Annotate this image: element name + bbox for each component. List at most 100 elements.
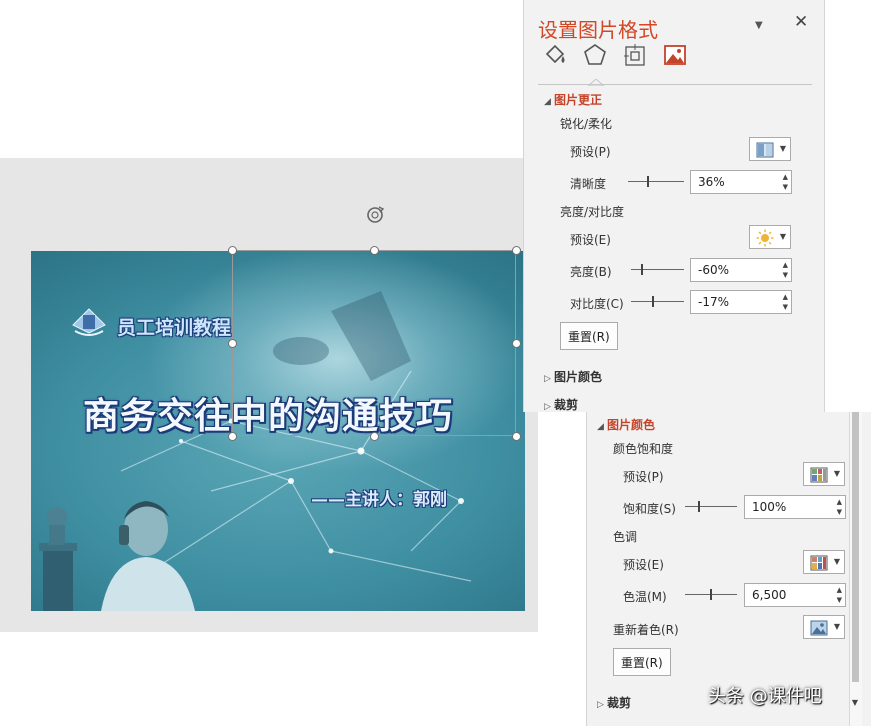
chevron-down-icon: ▼ xyxy=(833,557,840,566)
pane-scrollbar[interactable] xyxy=(849,412,862,726)
slide-presenter: ——主讲人：郭刚 xyxy=(311,490,447,510)
section-crop-collapsed-lower-label: 裁剪 xyxy=(607,696,632,710)
resize-handle-top-left[interactable] xyxy=(228,246,237,255)
pane-options-chevron-icon[interactable]: ▼ xyxy=(755,20,763,31)
collapse-triangle-icon: ◢ xyxy=(597,422,604,432)
temperature-spinner[interactable]: 6,500 ▲ ▼ xyxy=(744,583,846,607)
spin-down-icon[interactable]: ▼ xyxy=(837,596,842,604)
sharpen-preset-dropdown[interactable]: ▼ xyxy=(749,137,791,161)
saturation-slider[interactable] xyxy=(685,497,737,517)
temperature-slider-thumb[interactable] xyxy=(710,589,712,600)
spin-down-icon[interactable]: ▼ xyxy=(837,508,842,516)
temperature-value: 6,500 xyxy=(752,588,787,602)
section-crop-collapsed[interactable]: ▷ 裁剪 xyxy=(544,396,578,413)
section-picture-color-label: 图片颜色 xyxy=(607,418,656,432)
saturation-preset-label: 预设(P) xyxy=(623,470,664,484)
brightness-value: -60% xyxy=(698,263,730,277)
rotate-handle-icon[interactable] xyxy=(364,204,386,226)
spin-down-icon[interactable]: ▼ xyxy=(783,271,788,279)
sharpness-slider-thumb[interactable] xyxy=(647,176,650,187)
spin-up-icon[interactable]: ▲ xyxy=(837,498,842,506)
contrast-label: 对比度(C) xyxy=(570,297,624,311)
pane-scrollbar-thumb[interactable] xyxy=(852,412,859,682)
tone-group-label: 色调 xyxy=(613,530,638,544)
saturation-value: 100% xyxy=(752,500,787,514)
resize-handle-bottom-left[interactable] xyxy=(228,432,237,441)
saturation-spinner[interactable]: 100% ▲ ▼ xyxy=(744,495,846,519)
picture-tab-icon[interactable] xyxy=(662,42,688,68)
sharpen-preset-icon xyxy=(756,142,774,158)
section-picture-color[interactable]: ◢ 图片颜色 xyxy=(597,416,655,433)
brand-logo-icon xyxy=(72,308,106,336)
saturation-label: 饱和度(S) xyxy=(623,502,676,516)
chevron-down-icon: ▼ xyxy=(779,144,786,153)
saturation-preset-icon xyxy=(810,467,828,483)
resize-handle-right[interactable] xyxy=(512,339,521,348)
section-picture-correction[interactable]: ◢ 图片更正 xyxy=(544,91,602,108)
chevron-down-icon: ▼ xyxy=(779,232,786,241)
brightness-spinner[interactable]: -60% ▲ ▼ xyxy=(690,258,792,282)
sharpness-slider[interactable] xyxy=(628,172,684,192)
resize-handle-top-right[interactable] xyxy=(512,246,521,255)
spin-up-icon[interactable]: ▲ xyxy=(783,293,788,301)
section-picture-correction-label: 图片更正 xyxy=(554,93,603,107)
brightness-slider[interactable] xyxy=(631,260,684,280)
picture-selection-box[interactable] xyxy=(232,250,516,436)
brightness-slider-thumb[interactable] xyxy=(641,264,644,275)
spin-up-icon[interactable]: ▲ xyxy=(783,261,788,269)
format-picture-pane: 设置图片格式 ▼ ✕ ◢ 图片更正 锐化/柔化 预设(P) ▼ 清晰度 36% … xyxy=(523,0,825,412)
collapse-triangle-icon: ◢ xyxy=(544,97,551,107)
saturation-group-label: 颜色饱和度 xyxy=(613,442,674,456)
chevron-down-icon: ▼ xyxy=(833,469,840,478)
spin-up-icon[interactable]: ▲ xyxy=(837,586,842,594)
spin-down-icon[interactable]: ▼ xyxy=(783,303,788,311)
sharpness-label: 清晰度 xyxy=(570,177,607,191)
sharpness-value: 36% xyxy=(698,175,725,189)
temperature-label: 色温(M) xyxy=(623,590,667,604)
spin-up-icon[interactable]: ▲ xyxy=(783,173,788,181)
sharpen-preset-label: 预设(P) xyxy=(570,145,611,159)
sharpness-spinner[interactable]: 36% ▲ ▼ xyxy=(690,170,792,194)
saturation-preset-dropdown[interactable]: ▼ xyxy=(803,462,845,486)
effects-tab-icon[interactable] xyxy=(582,42,608,68)
correction-reset-button[interactable]: 重置(R) xyxy=(560,322,618,350)
temperature-slider[interactable] xyxy=(685,585,737,605)
contrast-slider-thumb[interactable] xyxy=(652,296,655,307)
sharpen-soften-label: 锐化/柔化 xyxy=(560,117,613,131)
expand-triangle-icon: ▷ xyxy=(597,700,604,710)
section-crop-collapsed-lower[interactable]: ▷ 裁剪 xyxy=(597,694,631,711)
tone-preset-icon xyxy=(810,555,828,571)
resize-handle-left[interactable] xyxy=(228,339,237,348)
brightness-contrast-label: 亮度/对比度 xyxy=(560,205,625,219)
contrast-slider[interactable] xyxy=(631,292,684,312)
sun-icon xyxy=(756,229,774,247)
saturation-slider-thumb[interactable] xyxy=(697,501,700,512)
section-picture-color-collapsed-label: 图片颜色 xyxy=(554,370,603,384)
scroll-down-icon[interactable]: ▼ xyxy=(850,698,860,710)
resize-handle-bottom[interactable] xyxy=(370,432,379,441)
expand-triangle-icon: ▷ xyxy=(544,402,551,412)
contrast-spinner[interactable]: -17% ▲ ▼ xyxy=(690,290,792,314)
tabs-divider xyxy=(538,84,812,85)
tone-preset-label: 预设(E) xyxy=(623,558,664,572)
close-icon[interactable]: ✕ xyxy=(794,12,808,32)
recolor-label: 重新着色(R) xyxy=(613,623,679,637)
color-reset-button[interactable]: 重置(R) xyxy=(613,648,671,676)
resize-handle-top[interactable] xyxy=(370,246,379,255)
section-crop-collapsed-label: 裁剪 xyxy=(554,398,579,412)
brightness-preset-label: 预设(E) xyxy=(570,233,611,247)
recolor-dropdown[interactable]: ▼ xyxy=(803,615,845,639)
recolor-picture-icon xyxy=(810,620,828,636)
fill-line-tab-icon[interactable] xyxy=(542,42,568,68)
expand-triangle-icon: ▷ xyxy=(544,374,551,384)
section-picture-color-collapsed[interactable]: ▷ 图片颜色 xyxy=(544,368,602,385)
contrast-value: -17% xyxy=(698,295,730,309)
size-properties-tab-icon[interactable] xyxy=(622,42,648,68)
statue-graphic xyxy=(39,507,77,611)
brightness-label: 亮度(B) xyxy=(570,265,612,279)
brightness-preset-dropdown[interactable]: ▼ xyxy=(749,225,791,249)
spin-down-icon[interactable]: ▼ xyxy=(783,183,788,191)
format-picture-pane-color: ◢ 图片颜色 颜色饱和度 预设(P) ▼ 饱和度(S) 100% ▲ ▼ 色调 预… xyxy=(586,412,871,726)
resize-handle-bottom-right[interactable] xyxy=(512,432,521,441)
tone-preset-dropdown[interactable]: ▼ xyxy=(803,550,845,574)
